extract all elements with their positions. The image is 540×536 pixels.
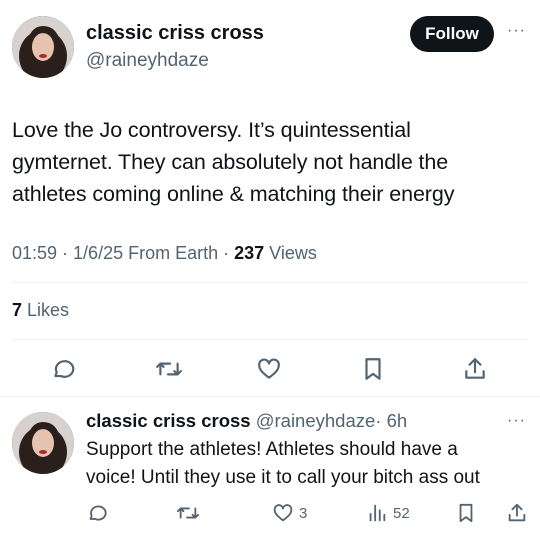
like-icon[interactable] — [256, 356, 282, 382]
likes-label: Likes — [22, 300, 70, 320]
likes-count: 7 — [12, 300, 23, 320]
reply-author-name[interactable]: classic criss cross — [86, 410, 251, 431]
avatar[interactable] — [12, 412, 74, 474]
tweet-date[interactable]: 1/6/25 — [73, 243, 123, 263]
bookmark-icon[interactable] — [361, 356, 385, 382]
more-options-icon[interactable]: ··· — [507, 22, 526, 40]
retweet-icon[interactable] — [155, 356, 183, 382]
divider — [12, 339, 528, 340]
author-handle[interactable]: @raineyhdaze — [86, 50, 209, 72]
tweet-text-line: athletes coming online & matching their … — [12, 182, 455, 206]
views-icon — [366, 502, 388, 524]
tweet-source: From Earth — [123, 243, 219, 263]
divider — [12, 282, 528, 283]
share-icon[interactable] — [506, 502, 528, 524]
meta-separator: · — [218, 243, 235, 263]
divider — [0, 396, 540, 397]
tweet-text-line: gymternet. They can absolutely not handl… — [12, 150, 449, 174]
more-options-icon[interactable]: ··· — [507, 412, 526, 430]
like-icon — [272, 502, 294, 524]
views-count: 237 — [234, 243, 265, 263]
meta-separator: · — [57, 243, 74, 263]
reply-icon[interactable] — [86, 502, 108, 524]
reply-time[interactable]: · 6h — [375, 410, 407, 431]
bookmark-icon[interactable] — [456, 502, 476, 524]
tweet-meta: 01:59 · 1/6/25 From Earth · 237 Views — [12, 243, 317, 264]
tweet-text-line: Love the Jo controversy. It’s quintessen… — [12, 118, 411, 142]
reply-text-line: voice! Until they use it to call your bi… — [86, 467, 480, 488]
views-label: Views — [264, 243, 317, 263]
tweet-time[interactable]: 01:59 — [12, 243, 57, 263]
reply-text-line: Support the athletes! Athletes should ha… — [86, 439, 458, 460]
reply-likes-count: 3 — [299, 504, 308, 522]
reply-views-count: 52 — [393, 504, 410, 522]
likes-row[interactable]: 7 Likes — [12, 300, 69, 321]
reply-icon[interactable] — [50, 356, 76, 382]
avatar[interactable] — [12, 16, 74, 78]
reply-like-button[interactable]: 3 — [272, 502, 307, 524]
author-name[interactable]: classic criss cross — [86, 22, 264, 45]
reply-author-handle[interactable]: @raineyhdaze — [256, 410, 376, 431]
follow-button[interactable]: Follow — [410, 16, 494, 52]
tweet-text: Love the Jo controversy. It’s quintessen… — [12, 114, 532, 210]
retweet-icon[interactable] — [176, 502, 200, 524]
reply-text: Support the athletes! Athletes should ha… — [86, 436, 538, 492]
reply-views-button[interactable]: 52 — [366, 502, 410, 524]
share-icon[interactable] — [462, 356, 488, 382]
reply-header: classic criss cross @raineyhdaze· 6h — [86, 410, 407, 432]
